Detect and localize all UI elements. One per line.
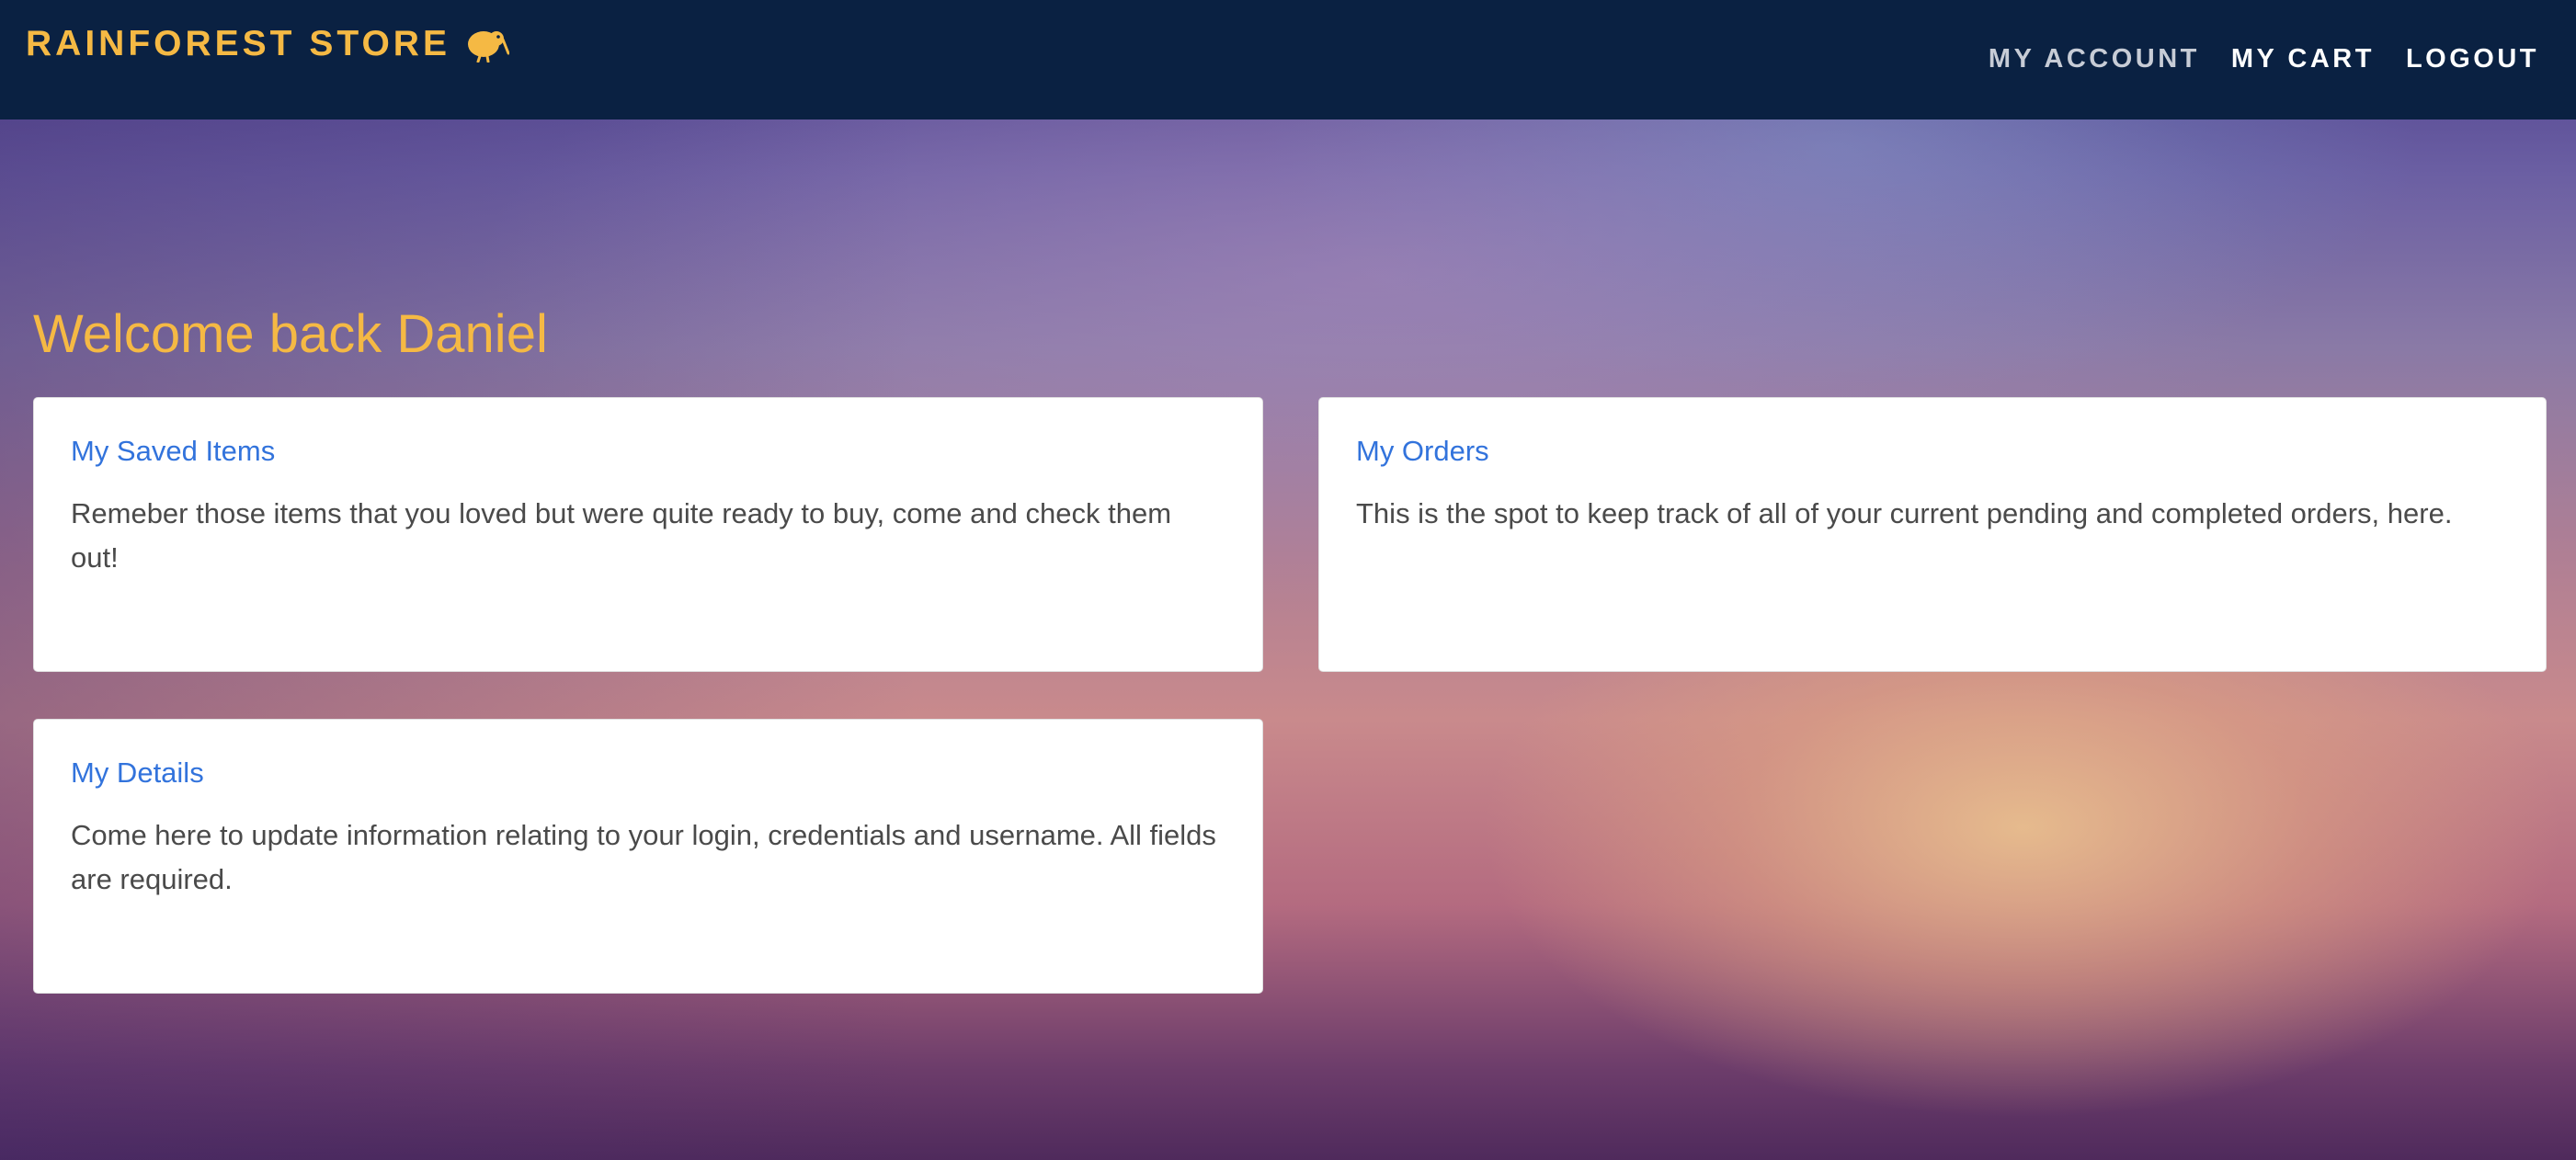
nav-my-account[interactable]: MY ACCOUNT (1989, 44, 2200, 74)
nav-logout[interactable]: LOGOUT (2406, 44, 2539, 74)
kiwi-bird-icon (467, 31, 509, 63)
brand-logo[interactable]: RAINFOREST STORE (26, 24, 509, 64)
orders-card[interactable]: My Orders This is the spot to keep track… (1318, 397, 2547, 672)
details-card[interactable]: My Details Come here to update informati… (33, 719, 1263, 994)
details-description: Come here to update information relating… (71, 819, 1216, 895)
orders-description: This is the spot to keep track of all of… (1356, 497, 2453, 529)
details-link[interactable]: My Details (71, 756, 204, 790)
saved-items-link[interactable]: My Saved Items (71, 435, 275, 468)
saved-items-card[interactable]: My Saved Items Remeber those items that … (33, 397, 1263, 672)
main-nav: MY ACCOUNT MY CART LOGOUT (1989, 44, 2539, 74)
top-navbar: RAINFOREST STORE MY ACCOUNT MY CART LOGO… (0, 0, 2576, 119)
welcome-heading: Welcome back Daniel (33, 304, 548, 364)
saved-items-description: Remeber those items that you loved but w… (71, 497, 1172, 574)
brand-label[interactable]: RAINFOREST STORE (26, 24, 450, 64)
orders-link[interactable]: My Orders (1356, 435, 1489, 468)
nav-my-cart[interactable]: MY CART (2231, 44, 2375, 74)
